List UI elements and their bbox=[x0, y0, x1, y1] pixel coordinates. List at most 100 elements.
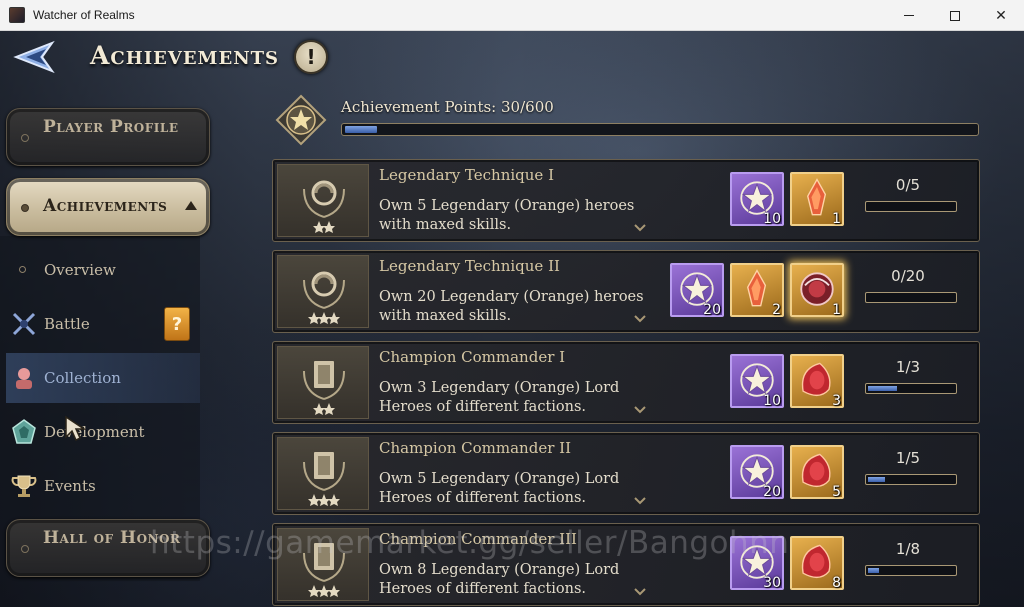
gem-icon bbox=[12, 419, 36, 444]
achievement-card[interactable]: Legendary Technique II Own 20 Legendary (… bbox=[272, 250, 980, 333]
progress-text: 1/8 bbox=[895, 540, 921, 558]
achievement-points-bar bbox=[341, 123, 979, 136]
close-button[interactable]: ✕ bbox=[978, 0, 1024, 31]
sidebar-item-label: Events bbox=[44, 477, 96, 495]
progress-bar bbox=[865, 383, 957, 394]
achievement-description: Own 3 Legendary (Orange) Lord Heroes of d… bbox=[379, 379, 659, 417]
reward-quantity: 1 bbox=[832, 211, 841, 227]
dot-icon bbox=[19, 266, 26, 273]
maximize-button[interactable] bbox=[932, 0, 978, 31]
sidebar-item-events[interactable]: Events bbox=[6, 461, 200, 511]
achievement-description: Own 5 Legendary (Orange) heroes with maxe… bbox=[379, 197, 659, 235]
sidebar-item-player-profile[interactable]: Player Profile bbox=[6, 108, 210, 166]
expand-chevron-icon[interactable] bbox=[634, 496, 646, 506]
reward-item[interactable]: 8 bbox=[790, 536, 844, 591]
expand-chevron-icon[interactable] bbox=[634, 405, 646, 415]
expand-chevron-icon[interactable] bbox=[634, 223, 646, 233]
description-line: Heroes of different factions. bbox=[379, 581, 587, 597]
minimize-button[interactable] bbox=[886, 0, 932, 31]
description-line: Own 20 Legendary (Orange) heroes bbox=[379, 289, 644, 305]
caret-up-icon bbox=[185, 201, 197, 210]
crossed-swords-icon bbox=[12, 312, 36, 336]
achievement-emblem bbox=[277, 164, 369, 237]
reward-quantity: 20 bbox=[763, 484, 781, 500]
reward-item[interactable]: 5 bbox=[790, 445, 844, 500]
reward-quantity: 3 bbox=[832, 393, 841, 409]
achievement-description: Own 8 Legendary (Orange) Lord Heroes of d… bbox=[379, 561, 659, 599]
watermark-text: https://gamemarket.gg/seller/Bangohnn bbox=[150, 525, 790, 561]
reward-item[interactable]: 3 bbox=[790, 354, 844, 409]
tome-laurel-icon bbox=[303, 452, 345, 506]
bullet-icon bbox=[21, 545, 29, 553]
progress-fill bbox=[868, 568, 879, 573]
swirl-laurel-icon bbox=[303, 180, 345, 233]
progress-text: 1/3 bbox=[895, 358, 921, 376]
description-line: with maxed skills. bbox=[379, 308, 512, 324]
achievement-emblem bbox=[277, 346, 369, 419]
bullet-icon bbox=[21, 134, 29, 142]
progress-bar bbox=[865, 474, 957, 485]
sidebar-item-achievements[interactable]: Achievements bbox=[6, 178, 210, 236]
sidebar-item-label: Collection bbox=[44, 369, 121, 387]
game-viewport: Achievements ! Player Profile Achievemen… bbox=[0, 31, 1024, 607]
window-titlebar: Watcher of Realms ✕ bbox=[0, 0, 1024, 31]
info-button[interactable]: ! bbox=[294, 40, 328, 74]
achievement-card[interactable]: Legendary Technique I Own 5 Legendary (Or… bbox=[272, 159, 980, 242]
description-line: Own 3 Legendary (Orange) Lord bbox=[379, 380, 620, 396]
progress-text: 1/5 bbox=[895, 449, 921, 467]
sidebar-item-label: Achievements bbox=[43, 196, 168, 216]
sidebar-item-collection[interactable]: Collection bbox=[6, 353, 200, 403]
reward-quantity: 30 bbox=[763, 575, 781, 591]
reward-quantity: 2 bbox=[772, 302, 781, 318]
progress-fill bbox=[868, 477, 885, 482]
minimize-icon bbox=[904, 15, 914, 16]
achievement-description: Own 5 Legendary (Orange) Lord Heroes of d… bbox=[379, 470, 659, 508]
progress-bar bbox=[865, 565, 957, 576]
hero-collection-icon bbox=[16, 368, 32, 389]
maximize-icon bbox=[950, 10, 960, 21]
reward-item[interactable]: 20 bbox=[730, 445, 784, 500]
reward-item[interactable]: 1 bbox=[790, 263, 844, 318]
reward-item[interactable]: 20 bbox=[670, 263, 724, 318]
mouse-cursor-icon bbox=[65, 415, 86, 441]
back-button[interactable] bbox=[12, 37, 62, 77]
reward-quantity: 20 bbox=[703, 302, 721, 318]
achievement-name: Champion Commander II bbox=[379, 439, 571, 457]
close-icon: ✕ bbox=[995, 7, 1007, 24]
reward-item[interactable]: 10 bbox=[730, 172, 784, 227]
reward-item[interactable]: 1 bbox=[790, 172, 844, 227]
sidebar-item-battle[interactable]: Battle ? bbox=[6, 299, 200, 349]
tome-laurel-icon bbox=[303, 361, 345, 415]
swirl-laurel-icon bbox=[303, 271, 345, 324]
page-title: Achievements bbox=[90, 41, 280, 70]
description-line: Heroes of different factions. bbox=[379, 399, 587, 415]
progress-bar bbox=[865, 201, 957, 212]
reward-quantity: 1 bbox=[832, 302, 841, 318]
achievement-name: Legendary Technique I bbox=[379, 166, 555, 184]
reward-quantity: 10 bbox=[763, 393, 781, 409]
achievement-description: Own 20 Legendary (Orange) heroes with max… bbox=[379, 288, 659, 326]
progress-text: 0/5 bbox=[895, 176, 921, 194]
achievement-points-emblem-icon bbox=[275, 94, 327, 146]
reward-item[interactable]: 10 bbox=[730, 354, 784, 409]
achievement-emblem bbox=[277, 437, 369, 510]
sidebar-item-overview[interactable]: Overview bbox=[6, 245, 200, 295]
window-title: Watcher of Realms bbox=[33, 8, 135, 22]
expand-chevron-icon[interactable] bbox=[634, 314, 646, 324]
achievement-emblem bbox=[277, 255, 369, 328]
reward-quantity: 10 bbox=[763, 211, 781, 227]
app-icon bbox=[9, 7, 25, 23]
achievement-points-fill bbox=[345, 126, 377, 133]
sidebar-item-label: Overview bbox=[44, 261, 116, 279]
question-badge-icon: ? bbox=[164, 307, 190, 341]
sidebar-item-label: Battle bbox=[44, 315, 90, 333]
description-line: Heroes of different factions. bbox=[379, 490, 587, 506]
reward-item[interactable]: 2 bbox=[730, 263, 784, 318]
achievement-points-caption: Achievement Points: bbox=[341, 98, 497, 116]
achievement-card[interactable]: Champion Commander I Own 3 Legendary (Ora… bbox=[272, 341, 980, 424]
achievement-card[interactable]: Champion Commander II Own 5 Legendary (Or… bbox=[272, 432, 980, 515]
progress-fill bbox=[868, 386, 897, 391]
expand-chevron-icon[interactable] bbox=[634, 587, 646, 597]
sidebar-item-development[interactable]: Development bbox=[6, 407, 200, 457]
description-line: with maxed skills. bbox=[379, 217, 512, 233]
